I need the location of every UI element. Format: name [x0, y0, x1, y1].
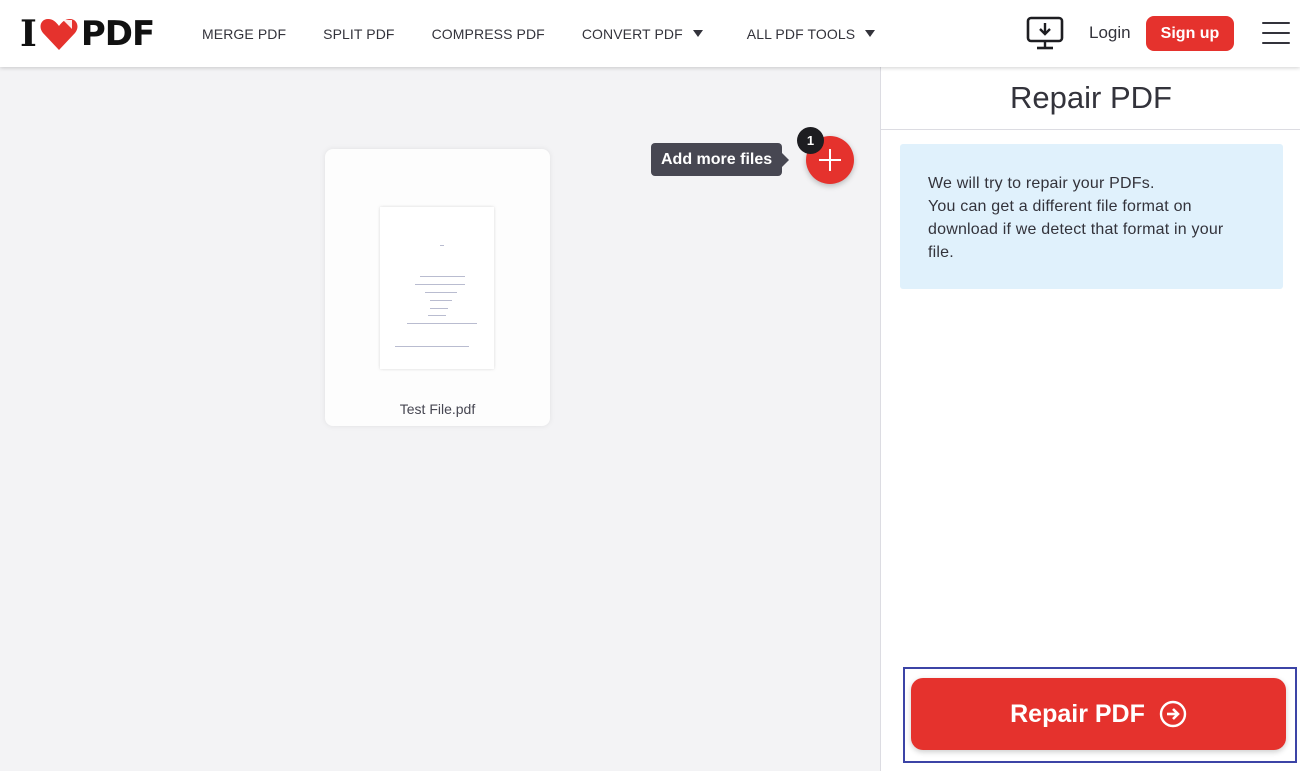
- arrow-right-circle-icon: [1159, 700, 1187, 728]
- repair-pdf-button[interactable]: Repair PDF: [911, 678, 1286, 750]
- desktop-download-icon[interactable]: [1026, 16, 1064, 50]
- top-header: I PDF MERGE PDF SPLIT PDF COMPRESS PDF C…: [0, 0, 1300, 67]
- nav-label: CONVERT PDF: [581, 25, 683, 42]
- nav-compress-pdf[interactable]: COMPRESS PDF: [432, 26, 545, 42]
- signup-button[interactable]: Sign up: [1146, 16, 1234, 51]
- plus-icon: [829, 149, 831, 171]
- nav-label: ALL PDF TOOLS: [746, 25, 856, 42]
- nav-merge-pdf[interactable]: MERGE PDF: [202, 26, 286, 42]
- login-link[interactable]: Login: [1089, 23, 1131, 43]
- nav-label: SPLIT PDF: [323, 25, 395, 42]
- nav-label: MERGE PDF: [202, 25, 287, 42]
- info-line: You can get a different file format on: [928, 198, 1192, 215]
- file-name: Test File.pdf: [399, 401, 476, 417]
- nav-split-pdf[interactable]: SPLIT PDF: [323, 26, 394, 42]
- nav-all-pdf-tools[interactable]: ALL PDF TOOLS: [746, 25, 876, 42]
- caret-down-icon: [692, 30, 703, 37]
- info-message: We will try to repair your PDFs. You can…: [900, 144, 1283, 289]
- file-workspace: Test File.pdf Add more files 1: [0, 67, 880, 771]
- tool-sidebar: Repair PDF We will try to repair your PD…: [880, 67, 1300, 771]
- repair-pdf-label: Repair PDF: [1010, 699, 1145, 728]
- logo-prefix: I: [20, 13, 37, 55]
- add-more-files-label: Add more files: [651, 143, 790, 176]
- nav-convert-pdf[interactable]: CONVERT PDF: [582, 26, 703, 42]
- nav-label: COMPRESS PDF: [431, 25, 545, 42]
- add-more-files-tooltip: Add more files: [651, 143, 790, 176]
- info-line: file.: [928, 244, 954, 261]
- caret-down-icon: [865, 30, 876, 37]
- file-card[interactable]: Test File.pdf: [325, 149, 550, 426]
- info-line: download if we detect that format in you…: [928, 221, 1224, 238]
- logo-suffix: PDF: [80, 14, 155, 54]
- info-line: We will try to repair your PDFs.: [928, 175, 1155, 192]
- hamburger-menu-icon[interactable]: [1262, 22, 1290, 44]
- ilovepdf-logo[interactable]: I PDF: [20, 13, 155, 55]
- pdf-thumbnail: [380, 207, 494, 369]
- menu-bar: [1262, 42, 1290, 44]
- heart-icon: [40, 19, 78, 50]
- file-count-badge: 1: [797, 127, 824, 154]
- sidebar-title: Repair PDF: [881, 67, 1300, 130]
- menu-bar: [1262, 22, 1290, 24]
- menu-bar: [1262, 32, 1290, 34]
- main-nav: MERGE PDF SPLIT PDF COMPRESS PDF CONVERT…: [202, 0, 912, 67]
